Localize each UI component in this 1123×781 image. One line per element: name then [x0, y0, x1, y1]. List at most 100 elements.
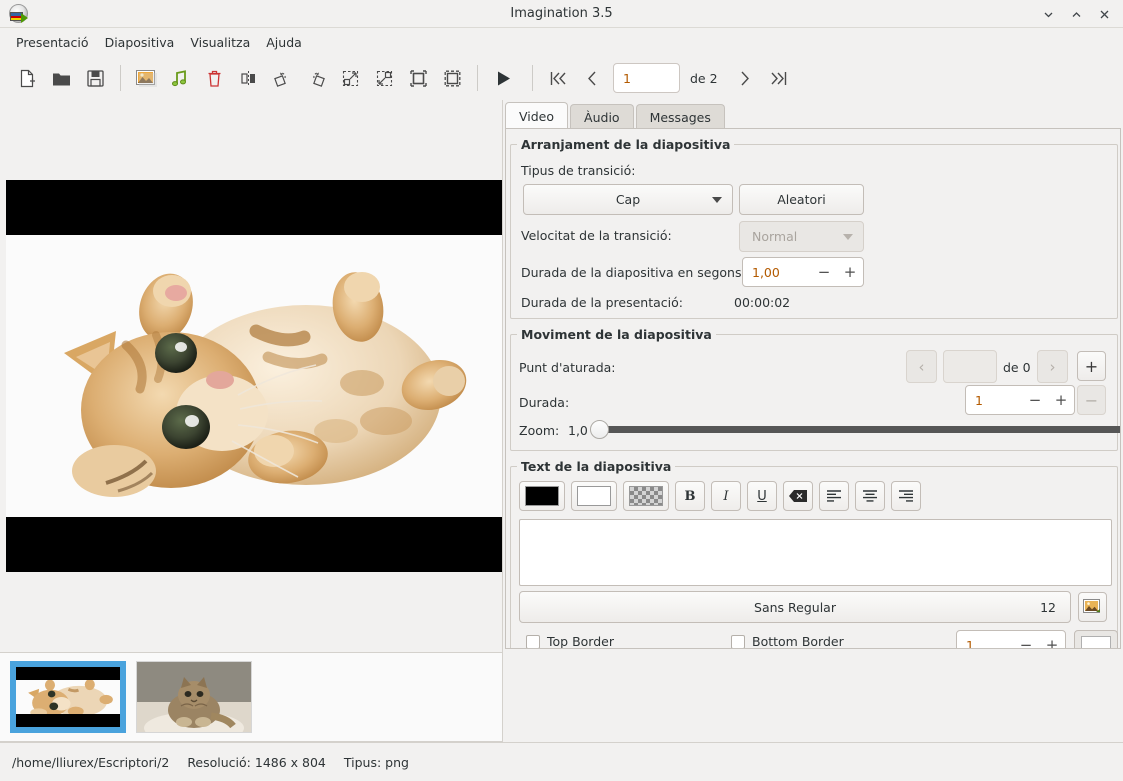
presentation-duration-label: Durada de la presentació:	[521, 295, 683, 310]
zoom-fit-icon[interactable]	[435, 61, 469, 95]
slide-duration-increment[interactable]: +	[837, 258, 863, 286]
menu-visualitza[interactable]: Visualitza	[182, 32, 258, 53]
slide-duration-decrement[interactable]: −	[811, 258, 837, 286]
menu-bar: Presentació Diapositiva Visualitza Ajuda	[0, 28, 1123, 56]
bold-button[interactable]: B	[675, 481, 705, 511]
stop-point-prev-button[interactable]: ‹	[906, 350, 937, 383]
previous-slide-icon[interactable]	[575, 61, 609, 95]
add-stop-point-button[interactable]: +	[1077, 351, 1106, 381]
first-slide-icon[interactable]	[541, 61, 575, 95]
minimize-icon[interactable]	[1035, 2, 1061, 26]
border-width-increment[interactable]: +	[1039, 631, 1065, 648]
zoom-normal-icon[interactable]	[401, 61, 435, 95]
status-file-path: /home/lliurex/Escriptori/2	[12, 754, 170, 770]
tab-video[interactable]: Video	[505, 102, 569, 130]
zoom-slider-track[interactable]	[599, 426, 1120, 433]
random-transition-button[interactable]: Aleatori	[739, 184, 864, 215]
slide-text-input[interactable]	[519, 519, 1112, 586]
maximize-icon[interactable]	[1063, 2, 1089, 26]
zoom-out-icon[interactable]	[367, 61, 401, 95]
imagination-window: Imagination 3.5 Presentació Diapositiva …	[0, 0, 1123, 781]
slide-duration-value: 1,00	[752, 264, 780, 280]
panel-tabs: Video Àudio Messages	[505, 100, 727, 130]
stop-point-label: Punt d'aturada:	[519, 360, 616, 375]
thumb1-photo	[16, 680, 120, 714]
stop-point-next-button[interactable]: ›	[1037, 350, 1068, 383]
delete-icon[interactable]	[197, 61, 231, 95]
zoom-value: 1,0	[568, 423, 588, 438]
save-icon[interactable]	[78, 61, 112, 95]
font-size-label: 12	[1040, 599, 1056, 615]
stop-point-next-label: ›	[1049, 357, 1056, 376]
menu-diapositiva[interactable]: Diapositiva	[97, 32, 183, 53]
page-number-input[interactable]: 1	[613, 63, 680, 93]
zoom-in-icon[interactable]	[333, 61, 367, 95]
menu-ajuda[interactable]: Ajuda	[258, 32, 310, 53]
slide-preview-area[interactable]	[0, 100, 503, 652]
chevron-down-icon	[843, 233, 853, 240]
thumb1-letterbox-bottom	[16, 713, 120, 727]
slide-preview-image	[6, 180, 502, 572]
motion-duration-decrement[interactable]: −	[1022, 386, 1048, 414]
border-color-button[interactable]	[1074, 630, 1118, 648]
clear-formatting-button[interactable]	[783, 481, 813, 511]
slide-settings-legend: Arranjament de la diapositiva	[521, 137, 731, 152]
transition-type-label: Tipus de transició:	[521, 163, 636, 178]
flip-horizontal-icon[interactable]	[231, 61, 265, 95]
underline-button[interactable]: U	[747, 481, 777, 511]
add-music-icon[interactable]	[163, 61, 197, 95]
window-controls	[1035, 0, 1117, 28]
align-left-icon	[827, 490, 841, 502]
top-border-checkbox-box	[526, 634, 540, 648]
text-transparency-button[interactable]	[623, 481, 669, 511]
align-right-button[interactable]	[891, 481, 921, 511]
toolbar-separator-1	[120, 65, 121, 91]
presentation-duration-value: 00:00:02	[734, 295, 791, 310]
last-slide-icon[interactable]	[762, 61, 796, 95]
slide-duration-label: Durada de la diapositiva en segons:	[521, 265, 746, 280]
border-width-spinner[interactable]: 1 − +	[956, 630, 1066, 648]
zoom-slider-handle[interactable]	[590, 420, 609, 439]
border-width-decrement[interactable]: −	[1013, 631, 1039, 648]
open-folder-icon[interactable]	[44, 61, 78, 95]
page-total-label: de 2	[690, 70, 718, 86]
transition-speed-combo[interactable]: Normal	[739, 221, 864, 252]
underline-label: U	[757, 488, 767, 504]
next-slide-icon[interactable]	[728, 61, 762, 95]
toolbar-separator-2	[477, 65, 478, 91]
slide-thumbnail-strip[interactable]	[0, 652, 503, 742]
menu-presentacio[interactable]: Presentació	[8, 32, 97, 53]
tab-audio[interactable]: Àudio	[570, 104, 634, 130]
text-color-button[interactable]	[519, 481, 565, 511]
new-file-icon[interactable]	[10, 61, 44, 95]
motion-duration-spinner[interactable]: 1 − +	[965, 385, 1075, 415]
motion-duration-increment[interactable]: +	[1048, 386, 1074, 414]
text-background-color-button[interactable]	[571, 481, 617, 511]
top-border-checkbox[interactable]: Top Border	[526, 634, 614, 648]
slide-duration-spinner[interactable]: 1,00 − +	[742, 257, 864, 287]
italic-button[interactable]: I	[711, 481, 741, 511]
status-bar: /home/lliurex/Escriptori/2 Resolució: 14…	[0, 742, 1123, 781]
thumbnail-slide-2[interactable]	[136, 661, 252, 733]
bottom-border-checkbox[interactable]: Bottom Border	[731, 634, 844, 648]
insert-image-icon[interactable]	[1078, 592, 1107, 622]
stop-point-input[interactable]	[943, 350, 997, 383]
thumbnail-slide-1[interactable]	[10, 661, 126, 733]
bold-label: B	[684, 488, 696, 504]
play-icon[interactable]	[486, 61, 520, 95]
align-left-button[interactable]	[819, 481, 849, 511]
remove-stop-point-label: −	[1084, 390, 1099, 410]
toolbar-separator-3	[532, 65, 533, 91]
close-icon[interactable]	[1091, 2, 1117, 26]
motion-duration-label: Durada:	[519, 395, 570, 410]
align-center-button[interactable]	[855, 481, 885, 511]
remove-stop-point-button[interactable]: −	[1077, 385, 1106, 415]
add-stop-point-label: +	[1084, 356, 1099, 376]
tab-messages[interactable]: Messages	[635, 104, 725, 130]
rotate-right-icon[interactable]	[299, 61, 333, 95]
font-select-button[interactable]: Sans Regular 12	[519, 591, 1071, 623]
add-image-icon[interactable]	[129, 61, 163, 95]
rotate-left-icon[interactable]	[265, 61, 299, 95]
video-tab-content: Arranjament de la diapositiva Tipus de t…	[505, 128, 1121, 649]
transition-type-combo[interactable]: Cap	[523, 184, 733, 215]
